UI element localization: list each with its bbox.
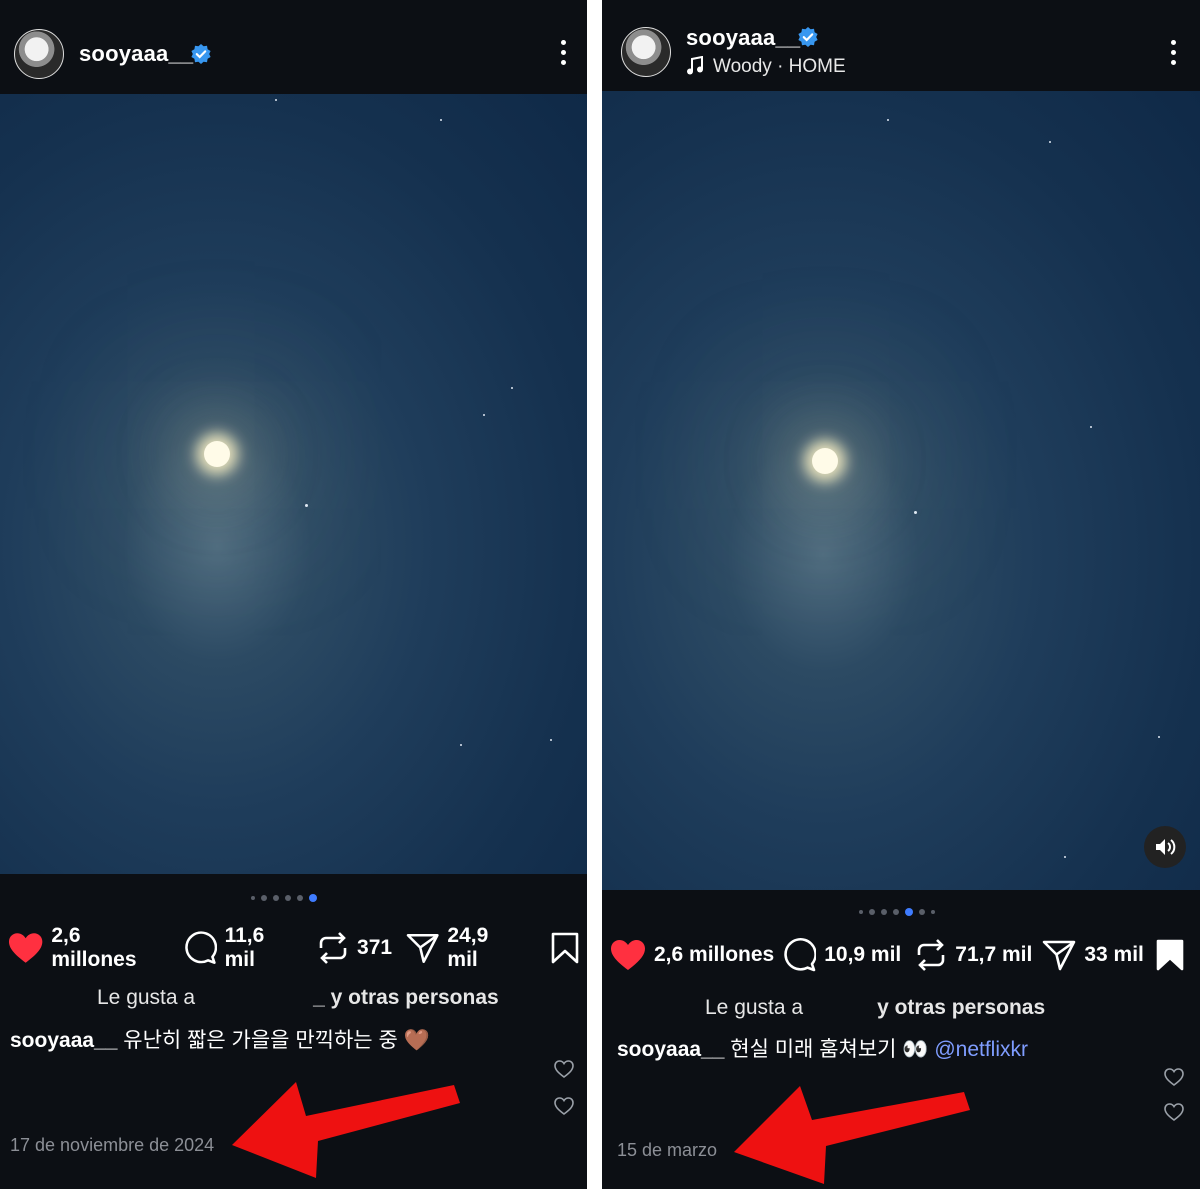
comment-action[interactable]: 10,9 mil: [782, 938, 901, 972]
shares-count: 24,9 mil: [447, 924, 489, 971]
right-post: sooyaaa__ Woody · HOME 2,6 millones 10,9…: [602, 0, 1200, 1189]
username[interactable]: sooyaaa__: [686, 25, 800, 51]
share-icon[interactable]: [406, 932, 439, 964]
star: [305, 504, 308, 507]
heart-icon[interactable]: [554, 1097, 574, 1115]
carousel-indicator: [251, 894, 317, 902]
star: [511, 387, 513, 389]
sound-toggle-button[interactable]: [1144, 826, 1186, 868]
repost-icon[interactable]: [317, 931, 349, 965]
reposts-count: 371: [357, 936, 393, 959]
bookmark-action[interactable]: [1156, 939, 1192, 971]
action-bar: 2,6 millones 10,9 mil 71,7 mil 33 mil: [610, 938, 1192, 972]
verified-badge-icon: [798, 27, 818, 47]
caption-username[interactable]: sooyaaa__: [617, 1038, 724, 1061]
liked-by-suffix: _ y otras personas: [313, 986, 499, 1009]
comment-action[interactable]: 11,6 mil: [183, 924, 299, 972]
avatar[interactable]: [14, 29, 64, 79]
heart-icon[interactable]: [1164, 1068, 1184, 1086]
caption-text: 유난히 짧은 가을을 만끽하는 중 🤎: [123, 1029, 430, 1052]
more-options-icon[interactable]: [561, 40, 567, 65]
star: [1090, 426, 1092, 428]
share-action[interactable]: 33 mil: [1042, 939, 1144, 971]
red-arrow: [734, 1086, 970, 1184]
caption: sooyaaa__ 유난히 짧은 가을을 만끽하는 중 🤎: [10, 1024, 430, 1054]
avatar[interactable]: [621, 27, 671, 77]
liked-by[interactable]: Le gusta a y otras personas: [705, 996, 1045, 1020]
shares-count: 33 mil: [1084, 943, 1144, 966]
post-image[interactable]: [0, 94, 587, 874]
liked-by-prefix: Le gusta a: [97, 986, 196, 1009]
star: [440, 119, 442, 121]
comments-count: 11,6 mil: [224, 924, 265, 971]
like-action[interactable]: 2,6 millones: [8, 924, 169, 972]
likes-count: 2,6 millones: [654, 943, 775, 966]
star: [483, 414, 485, 416]
star: [550, 739, 552, 741]
bookmark-icon[interactable]: [1156, 939, 1184, 971]
repost-action[interactable]: 71,7 mil: [915, 938, 1032, 972]
username[interactable]: sooyaaa__: [79, 41, 193, 67]
star: [1049, 141, 1051, 143]
star: [914, 511, 917, 514]
liked-by[interactable]: Le gusta a _ y otras personas: [97, 986, 499, 1010]
more-options-icon[interactable]: [1171, 40, 1177, 65]
star: [1158, 736, 1160, 738]
heart-icon[interactable]: [8, 932, 43, 964]
comment-icon[interactable]: [183, 931, 217, 965]
repost-icon[interactable]: [915, 938, 947, 972]
post-header: sooyaaa__ Woody · HOME: [602, 0, 1200, 92]
moon: [204, 441, 230, 467]
caption-text: 현실 미래 훔쳐보기 👀: [730, 1038, 929, 1061]
post-date: 15 de marzo: [617, 1140, 718, 1160]
carousel-indicator: [859, 908, 935, 916]
star: [1064, 856, 1066, 858]
caption: sooyaaa__ 현실 미래 훔쳐보기 👀 @netflixkr: [617, 1033, 1028, 1063]
star: [887, 119, 889, 121]
heart-icon[interactable]: [1164, 1103, 1184, 1121]
comment-icon[interactable]: [782, 938, 817, 972]
heart-icon[interactable]: [610, 939, 646, 971]
heart-icon[interactable]: [554, 1060, 574, 1078]
red-arrow: [232, 1082, 460, 1178]
post-image[interactable]: [602, 91, 1200, 890]
moon: [812, 448, 838, 474]
caption-mention[interactable]: @netflixkr: [934, 1038, 1028, 1061]
post-header: sooyaaa__: [0, 0, 587, 92]
music-label[interactable]: Woody · HOME: [713, 56, 846, 78]
action-bar: 2,6 millones 11,6 mil 371 24,9 mil: [8, 924, 587, 972]
share-action[interactable]: 24,9 mil: [406, 924, 523, 972]
music-note-icon: [687, 56, 703, 75]
liked-by-prefix: Le gusta a: [705, 996, 804, 1019]
verified-badge-icon: [191, 44, 211, 64]
left-post: sooyaaa__ 2,6 millones 11,6 mil 371 24,9…: [0, 0, 587, 1189]
reposts-count: 71,7 mil: [955, 943, 1033, 966]
repost-action[interactable]: 371: [317, 931, 392, 965]
comments-count: 10,9 mil: [824, 943, 902, 966]
post-date: 17 de noviembre de 2024: [10, 1135, 215, 1155]
likes-count: 2,6 millones: [51, 924, 137, 971]
like-action[interactable]: 2,6 millones: [610, 939, 774, 971]
bookmark-icon[interactable]: [551, 932, 579, 964]
share-icon[interactable]: [1042, 939, 1076, 971]
caption-username[interactable]: sooyaaa__: [10, 1029, 117, 1052]
liked-by-suffix: y otras personas: [877, 996, 1046, 1019]
speaker-icon: [1156, 839, 1176, 855]
star: [275, 99, 277, 101]
bookmark-action[interactable]: [551, 932, 587, 964]
star: [460, 744, 462, 746]
